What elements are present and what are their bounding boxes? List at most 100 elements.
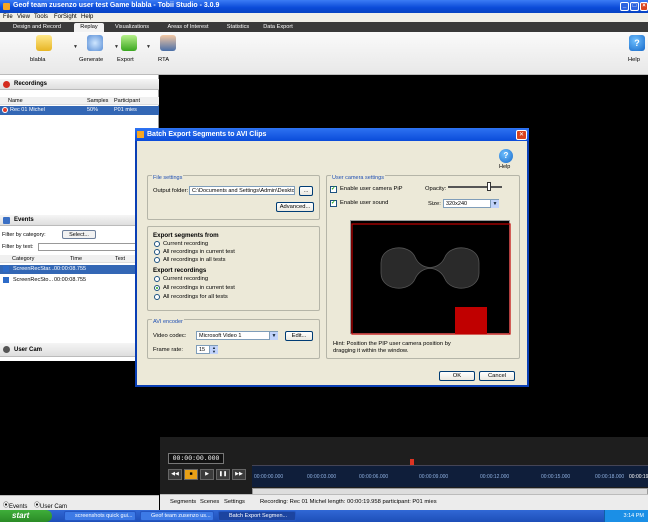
output-folder-input[interactable]: C:\Documents and Settings\Admin\Deskto [189, 186, 295, 195]
avi-encoder-label: AVI encoder [152, 319, 184, 325]
chevron-down-icon[interactable]: ▼ [490, 200, 499, 208]
blabla-button[interactable]: blabla [30, 35, 58, 63]
recording-status-text: Recording: Rec 01 Michel length: 00:00:1… [260, 499, 437, 505]
replay-toolbar: blabla ▼ Generate ▼ Export ▼ RTA ? Help [0, 32, 648, 75]
taskbar-item-screenshots[interactable]: screenshots quick gui... [64, 511, 136, 521]
enable-sound-label: Enable user sound [340, 200, 389, 206]
tab-replay[interactable]: Replay [74, 23, 104, 32]
menu-view[interactable]: View [17, 14, 30, 20]
help-button[interactable]: ? Help [628, 35, 646, 63]
maximize-button[interactable]: □ [630, 2, 639, 11]
edit-codec-button[interactable]: Edit... [285, 331, 313, 341]
batch-export-dialog: Batch Export Segments to AVI Clips ✕ ? H… [135, 128, 529, 387]
pip-camera-box[interactable] [455, 307, 487, 334]
scenes-tab[interactable]: Scenes [200, 499, 219, 505]
rta-button[interactable]: RTA [158, 35, 178, 63]
taskbar-item-tobii[interactable]: Geof team zusenzo us... [140, 511, 214, 521]
dialog-close-button[interactable]: ✕ [516, 130, 527, 140]
recordings-header: Recordings [0, 79, 159, 90]
main-tab-bar: Design and Record Replay Visualizations … [0, 22, 648, 32]
pip-preview-graphic [351, 223, 511, 335]
recording-name: Rec 01 Michel [10, 107, 45, 113]
enable-pip-checkbox[interactable]: ✓ [330, 186, 337, 193]
usercam-title: User Cam [14, 347, 43, 353]
close-window-button[interactable]: × [640, 2, 648, 11]
radio-segments-current[interactable] [154, 241, 160, 247]
ruler-tick: 00:00:18.000 [595, 474, 625, 480]
browse-button[interactable]: ... [299, 186, 313, 196]
menu-help[interactable]: Help [81, 14, 93, 20]
select-category-button[interactable]: Select... [62, 230, 96, 239]
minimize-button[interactable]: _ [620, 2, 629, 11]
ruler-tick-end: 00:00:19.958 [629, 474, 648, 480]
usercam-tab[interactable]: ⦿ User Cam [34, 500, 67, 510]
radio-label: All recordings in current test [163, 285, 235, 291]
tab-design-and-record[interactable]: Design and Record [2, 23, 72, 32]
person-icon [160, 35, 176, 51]
opacity-label: Opacity: [425, 186, 447, 192]
radio-recordings-all-tests[interactable] [154, 294, 160, 300]
timecode-display: 00:00:00.000 [168, 453, 224, 464]
radio-recordings-all-current-test[interactable] [154, 285, 160, 291]
menu-bar: File View Tools ForSight Help [0, 13, 648, 22]
forward-button[interactable]: ▶▶ [232, 469, 246, 480]
export-label: Export [117, 57, 134, 63]
stop-button[interactable]: ■ [184, 469, 198, 480]
export-button[interactable]: Export [117, 35, 141, 63]
chevron-down-icon[interactable]: ▼ [73, 44, 78, 50]
ok-button[interactable]: OK [439, 371, 475, 381]
radio-label: All recordings for all tests [163, 294, 228, 300]
filter-text-label: Filter by text: [2, 244, 34, 250]
column-samples[interactable]: Samples [87, 98, 108, 104]
radio-segments-all-current-test[interactable] [154, 249, 160, 255]
column-time[interactable]: Time [70, 256, 82, 262]
pause-button[interactable]: ❚❚ [216, 469, 230, 480]
enable-sound-checkbox[interactable]: ✓ [330, 200, 337, 207]
column-participant[interactable]: Participant [114, 98, 140, 104]
export-recordings-title: Export recordings [153, 267, 207, 274]
chevron-down-icon[interactable]: ▼ [146, 44, 151, 50]
system-tray-clock: 3:14 PM [604, 510, 648, 522]
rewind-button[interactable]: ◀◀ [168, 469, 182, 480]
timeline-ruler[interactable]: 00:00:00.000 00:00:03.000 00:00:06.000 0… [252, 465, 648, 487]
dialog-help-icon[interactable]: ? [499, 149, 513, 163]
events-title: Events [14, 217, 34, 223]
tab-data-export[interactable]: Data Export [260, 23, 296, 32]
event-category: ScreenRecSto... [13, 277, 54, 283]
folder-icon [36, 35, 52, 51]
taskbar-item-batch-export[interactable]: Batch Export Segmen... [218, 511, 296, 521]
chevron-down-icon[interactable]: ▼ [269, 332, 278, 340]
advanced-button[interactable]: Advanced... [276, 202, 314, 212]
events-tab[interactable]: ⦿ Events [3, 500, 27, 510]
recordings-column-header: Name Samples Participant [0, 97, 159, 105]
event-category: ScreenRecStar... [13, 266, 55, 272]
menu-file[interactable]: File [3, 14, 13, 20]
segments-tab[interactable]: Segments [170, 499, 196, 505]
opacity-slider-thumb[interactable] [486, 182, 491, 191]
video-codec-select[interactable]: Microsoft Video 1 [196, 331, 278, 340]
ruler-tick: 00:00:09.000 [419, 474, 449, 480]
column-name[interactable]: Name [8, 98, 23, 104]
radio-segments-all-tests[interactable] [154, 257, 160, 263]
file-settings-label: File settings [152, 175, 184, 181]
tab-statistics[interactable]: Statistics [222, 23, 254, 32]
generate-button[interactable]: Generate [79, 35, 111, 63]
pip-preview[interactable] [350, 220, 511, 335]
cancel-button[interactable]: Cancel [479, 371, 515, 381]
events-icon [3, 217, 10, 224]
recording-row[interactable]: Rec 01 Michel 50% P01 mies [0, 106, 159, 115]
frame-rate-spinner[interactable]: ▲ ▼ [209, 346, 218, 354]
play-button[interactable]: ▶ [200, 469, 214, 480]
tab-visualizations[interactable]: Visualizations [110, 23, 154, 32]
settings-tab[interactable]: Settings [224, 499, 245, 505]
column-text[interactable]: Text [115, 256, 125, 262]
menu-forsight[interactable]: ForSight [54, 14, 77, 20]
menu-tools[interactable]: Tools [34, 14, 48, 20]
dialog-icon [137, 131, 144, 138]
radio-recordings-current[interactable] [154, 276, 160, 282]
column-category[interactable]: Category [12, 256, 34, 262]
opacity-slider[interactable] [448, 186, 502, 188]
help-label: Help [628, 57, 640, 63]
start-button[interactable]: start [0, 510, 52, 522]
tab-areas-of-interest[interactable]: Areas of Interest [162, 23, 214, 32]
